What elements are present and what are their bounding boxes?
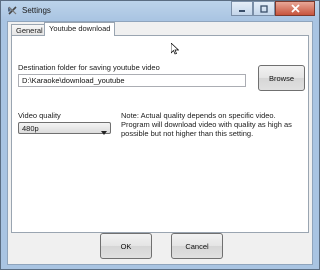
title-bar[interactable]: Settings — [1, 1, 319, 21]
video-quality-label: Video quality — [18, 111, 61, 120]
video-quality-value: 480p — [22, 124, 39, 133]
dialog-footer: OK Cancel — [8, 233, 312, 264]
video-quality-select[interactable]: 480p — [18, 122, 111, 135]
window-title: Settings — [22, 6, 51, 15]
browse-button[interactable]: Browse — [258, 65, 305, 91]
close-icon — [290, 4, 300, 13]
chevron-down-icon — [101, 127, 107, 138]
cancel-button[interactable]: Cancel — [171, 233, 223, 259]
destination-folder-label: Destination folder for saving youtube vi… — [18, 63, 160, 72]
ok-button[interactable]: OK — [100, 233, 152, 259]
maximize-button[interactable] — [253, 1, 275, 16]
minimize-icon — [238, 5, 246, 13]
maximize-icon — [260, 4, 268, 13]
settings-wrench-icon — [7, 5, 18, 16]
destination-folder-field[interactable]: D:\Karaoke\download_youtube — [18, 74, 246, 87]
close-button[interactable] — [275, 1, 315, 16]
quality-note: Note: Actual quality depends on specific… — [121, 111, 292, 138]
mouse-cursor-icon — [170, 42, 180, 57]
tab-youtube-download[interactable]: Youtube download — [44, 22, 116, 36]
settings-window: Settings General Youtube download Destin… — [0, 0, 320, 270]
youtube-download-panel: Destination folder for saving youtube vi… — [11, 35, 309, 233]
minimize-button[interactable] — [231, 1, 253, 16]
dialog-client-area: General Youtube download Destination fol… — [7, 21, 313, 265]
